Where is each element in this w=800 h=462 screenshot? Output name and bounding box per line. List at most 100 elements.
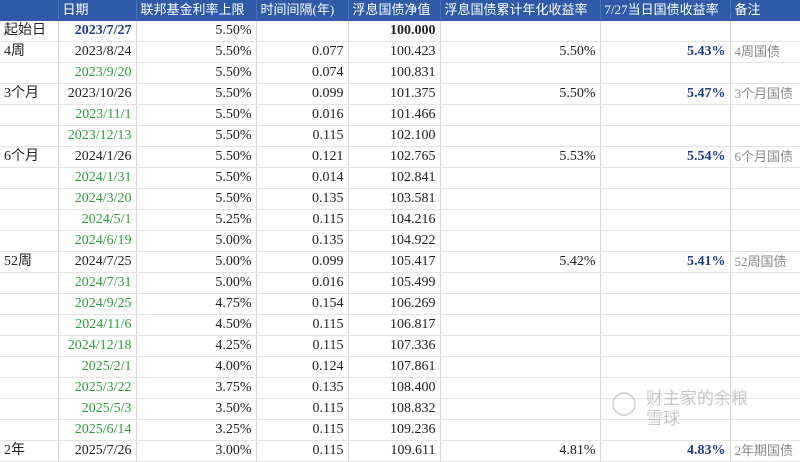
cell-date[interactable]: 2023/12/13 <box>58 125 137 148</box>
cell-label[interactable] <box>0 272 59 295</box>
cell-note[interactable] <box>730 293 800 316</box>
cell-nav[interactable]: 108.400 <box>348 377 441 400</box>
cell-interval[interactable]: 0.135 <box>256 377 349 400</box>
cell-interval[interactable] <box>256 20 349 43</box>
cell-note[interactable] <box>730 314 800 337</box>
cell-label[interactable] <box>0 209 59 232</box>
cell-date[interactable]: 2025/5/3 <box>58 398 137 421</box>
cell-cum-yield[interactable]: 5.50% <box>440 41 601 64</box>
cell-treasury-yield[interactable] <box>600 20 731 43</box>
cell-treasury-yield[interactable] <box>600 314 731 337</box>
cell-label[interactable] <box>0 188 59 211</box>
cell-label[interactable] <box>0 125 59 148</box>
cell-nav[interactable]: 107.861 <box>348 356 441 379</box>
cell-label[interactable]: 4周 <box>0 41 59 64</box>
cell-fed-rate[interactable]: 5.50% <box>136 20 257 43</box>
cell-treasury-yield[interactable] <box>600 167 731 190</box>
cell-note[interactable] <box>730 20 800 43</box>
cell-note[interactable] <box>730 377 800 400</box>
cell-treasury-yield[interactable] <box>600 335 731 358</box>
cell-fed-rate[interactable]: 4.25% <box>136 335 257 358</box>
cell-nav[interactable]: 100.831 <box>348 62 441 85</box>
cell-nav[interactable]: 103.581 <box>348 188 441 211</box>
cell-fed-rate[interactable]: 5.50% <box>136 125 257 148</box>
cell-fed-rate[interactable]: 3.50% <box>136 398 257 421</box>
cell-note[interactable] <box>730 188 800 211</box>
cell-nav[interactable]: 104.216 <box>348 209 441 232</box>
cell-note[interactable] <box>730 104 800 127</box>
cell-treasury-yield[interactable] <box>600 62 731 85</box>
cell-nav[interactable]: 100.000 <box>348 20 441 43</box>
cell-label[interactable] <box>0 167 59 190</box>
cell-label[interactable] <box>0 62 59 85</box>
cell-nav[interactable]: 107.336 <box>348 335 441 358</box>
cell-label[interactable]: 6个月 <box>0 146 59 169</box>
cell-cum-yield[interactable] <box>440 398 601 421</box>
cell-date[interactable]: 2025/3/22 <box>58 377 137 400</box>
cell-date[interactable]: 2025/2/1 <box>58 356 137 379</box>
cell-date[interactable]: 2024/5/1 <box>58 209 137 232</box>
cell-date[interactable]: 2025/6/14 <box>58 419 137 442</box>
cell-note[interactable] <box>730 356 800 379</box>
cell-note[interactable]: 6个月国债 <box>730 146 800 169</box>
cell-note[interactable]: 3个月国债 <box>730 83 800 106</box>
cell-cum-yield[interactable] <box>440 125 601 148</box>
cell-treasury-yield[interactable] <box>600 293 731 316</box>
cell-cum-yield[interactable] <box>440 62 601 85</box>
cell-date[interactable]: 2023/9/20 <box>58 62 137 85</box>
cell-fed-rate[interactable]: 5.50% <box>136 167 257 190</box>
cell-note[interactable]: 52周国债 <box>730 251 800 274</box>
cell-interval[interactable]: 0.115 <box>256 125 349 148</box>
cell-interval[interactable]: 0.124 <box>256 356 349 379</box>
cell-nav[interactable]: 105.417 <box>348 251 441 274</box>
cell-fed-rate[interactable]: 5.25% <box>136 209 257 232</box>
cell-fed-rate[interactable]: 4.50% <box>136 314 257 337</box>
cell-interval[interactable]: 0.115 <box>256 335 349 358</box>
cell-fed-rate[interactable]: 5.00% <box>136 230 257 253</box>
cell-fed-rate[interactable]: 5.00% <box>136 272 257 295</box>
cell-treasury-yield[interactable]: 5.43% <box>600 41 731 64</box>
cell-interval[interactable]: 0.074 <box>256 62 349 85</box>
cell-date[interactable]: 2023/11/1 <box>58 104 137 127</box>
cell-treasury-yield[interactable] <box>600 188 731 211</box>
cell-nav[interactable]: 106.817 <box>348 314 441 337</box>
cell-fed-rate[interactable]: 5.00% <box>136 251 257 274</box>
cell-cum-yield[interactable] <box>440 356 601 379</box>
cell-date[interactable]: 2024/6/19 <box>58 230 137 253</box>
cell-interval[interactable]: 0.099 <box>256 83 349 106</box>
cell-date[interactable]: 2024/9/25 <box>58 293 137 316</box>
cell-treasury-yield[interactable]: 5.54% <box>600 146 731 169</box>
cell-note[interactable] <box>730 209 800 232</box>
cell-nav[interactable]: 100.423 <box>348 41 441 64</box>
cell-date[interactable]: 2024/12/18 <box>58 335 137 358</box>
cell-note[interactable] <box>730 62 800 85</box>
cell-fed-rate[interactable]: 5.50% <box>136 146 257 169</box>
cell-label[interactable] <box>0 335 59 358</box>
cell-label[interactable] <box>0 398 59 421</box>
cell-fed-rate[interactable]: 4.00% <box>136 356 257 379</box>
cell-label[interactable]: 52周 <box>0 251 59 274</box>
cell-date[interactable]: 2025/7/26 <box>58 440 137 462</box>
cell-interval[interactable]: 0.077 <box>256 41 349 64</box>
cell-fed-rate[interactable]: 5.50% <box>136 62 257 85</box>
cell-interval[interactable]: 0.121 <box>256 146 349 169</box>
cell-cum-yield[interactable] <box>440 167 601 190</box>
cell-cum-yield[interactable] <box>440 377 601 400</box>
cell-fed-rate[interactable]: 4.75% <box>136 293 257 316</box>
cell-cum-yield[interactable]: 5.50% <box>440 83 601 106</box>
cell-nav[interactable]: 101.375 <box>348 83 441 106</box>
cell-nav[interactable]: 102.841 <box>348 167 441 190</box>
cell-date[interactable]: 2024/1/31 <box>58 167 137 190</box>
cell-nav[interactable]: 105.499 <box>348 272 441 295</box>
cell-fed-rate[interactable]: 5.50% <box>136 104 257 127</box>
cell-fed-rate[interactable]: 5.50% <box>136 188 257 211</box>
cell-label[interactable] <box>0 293 59 316</box>
cell-note[interactable]: 4周国债 <box>730 41 800 64</box>
cell-note[interactable] <box>730 230 800 253</box>
cell-interval[interactable]: 0.135 <box>256 230 349 253</box>
cell-cum-yield[interactable] <box>440 209 601 232</box>
cell-date[interactable]: 2023/10/26 <box>58 83 137 106</box>
cell-treasury-yield[interactable] <box>600 104 731 127</box>
cell-nav[interactable]: 101.466 <box>348 104 441 127</box>
cell-nav[interactable]: 102.100 <box>348 125 441 148</box>
